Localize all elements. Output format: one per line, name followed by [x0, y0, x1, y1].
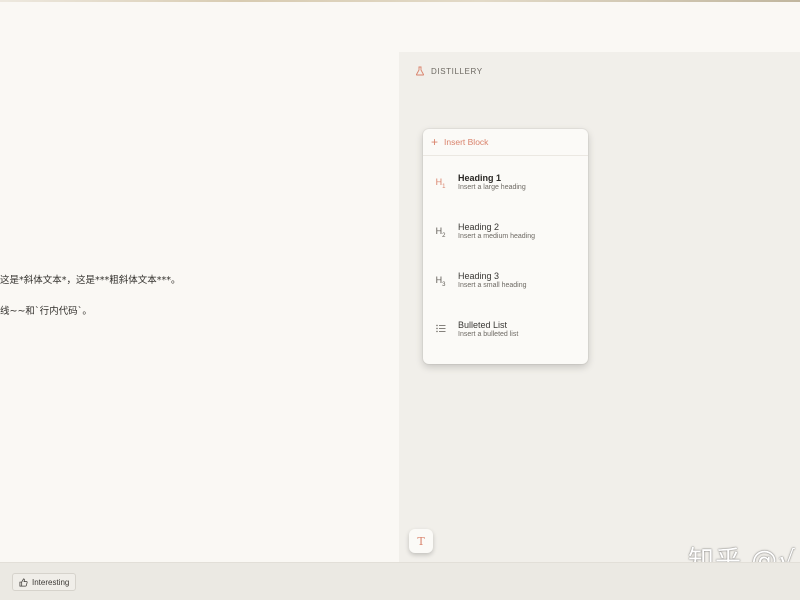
bottom-bar: Interesting	[0, 562, 800, 600]
heading-2-icon: H2	[435, 226, 446, 239]
menu-item-bulleted-list[interactable]: Bulleted List Insert a bulleted list	[423, 318, 588, 358]
interesting-button[interactable]: Interesting	[12, 573, 77, 591]
brand-name: DISTILLERY	[431, 66, 483, 76]
menu-item-title: Bulleted List	[458, 320, 508, 330]
editor-text-line[interactable]: 线~~和`行内代码`。	[0, 303, 92, 317]
text-format-button[interactable]: T	[409, 529, 433, 553]
menu-item-title: Heading 1	[458, 173, 502, 183]
insert-block-menu: + Insert Block H1 Heading 1 Insert a lar…	[423, 129, 588, 364]
heading-3-icon: H3	[435, 275, 446, 288]
text-icon: T	[417, 534, 425, 548]
menu-item-title: Heading 2	[458, 222, 500, 232]
menu-item-heading-1[interactable]: H1 Heading 1 Insert a large heading	[423, 171, 588, 211]
interesting-label: Interesting	[32, 577, 70, 587]
plus-icon: +	[431, 135, 439, 149]
menu-item-heading-2[interactable]: H2 Heading 2 Insert a medium heading	[423, 220, 588, 260]
menu-item-title: Heading 3	[458, 271, 500, 281]
editor-pane[interactable]: 这是*斜体文本*，这是***粗斜体文本***。 线~~和`行内代码`。	[0, 2, 399, 562]
menu-item-description: Insert a small heading	[458, 282, 527, 289]
distillery-panel: DISTILLERY + Insert Block H1 Heading 1 I…	[399, 52, 800, 562]
list-icon	[423, 318, 458, 335]
menu-item-description: Insert a large heading	[458, 184, 526, 191]
brand: DISTILLERY	[415, 66, 483, 76]
heading-1-icon: H1	[435, 177, 446, 190]
menu-item-heading-3[interactable]: H3 Heading 3 Insert a small heading	[423, 269, 588, 309]
menu-header-label: Insert Block	[444, 137, 489, 147]
menu-header: + Insert Block	[423, 129, 588, 156]
menu-item-description: Insert a medium heading	[458, 233, 536, 240]
menu-item-description: Insert a bulleted list	[458, 331, 519, 338]
flask-icon	[416, 66, 424, 76]
editor-text-line[interactable]: 这是*斜体文本*，这是***粗斜体文本***。	[0, 272, 181, 286]
thumbs-up-icon	[19, 578, 28, 586]
